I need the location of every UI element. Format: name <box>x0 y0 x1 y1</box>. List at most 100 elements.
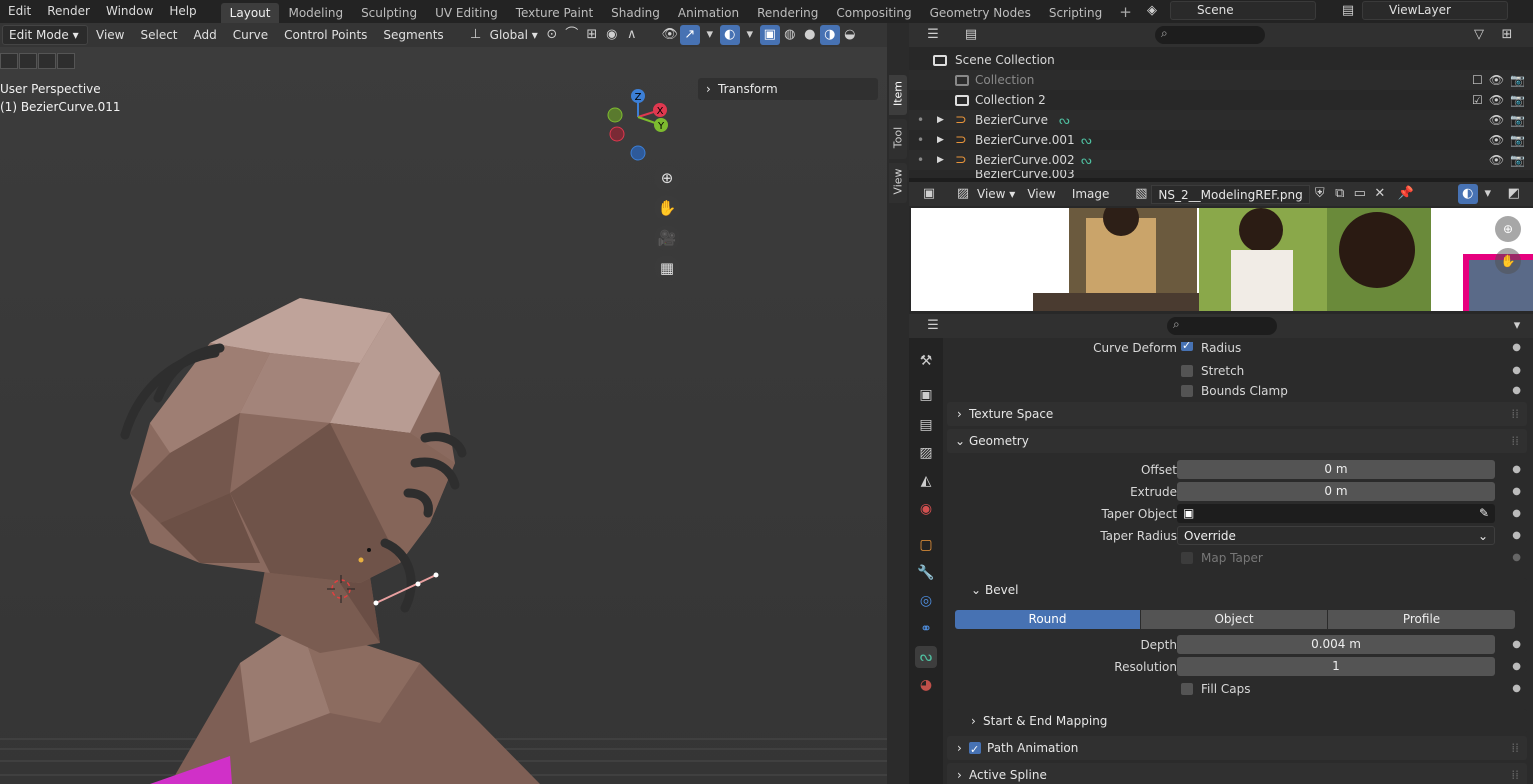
zoom-icon[interactable]: ⊕ <box>1495 216 1521 242</box>
properties-editor[interactable]: ☰ ⌕ ▾ ⚒ ▣ ▤ ▨ ◭ ◉ ▢ 🔧 ◎ ⚭ ᔓ ◕ Curve Defo… <box>909 314 1533 784</box>
curve-data-icon[interactable]: ᔓ <box>1081 130 1092 150</box>
shading-wireframe-icon[interactable]: ◍ <box>780 25 800 45</box>
modifier-tab-icon[interactable]: 🔧 <box>915 562 937 584</box>
transform-panel-header[interactable]: › Transform <box>698 78 878 100</box>
radius-checkbox[interactable] <box>1181 342 1193 356</box>
path-animation-checkbox[interactable] <box>969 738 981 762</box>
image-name-field[interactable]: NS_2__ModelingREF.png <box>1151 184 1310 204</box>
vp-menu-add[interactable]: Add <box>186 23 225 47</box>
view-layer-tab-icon[interactable]: ▨ <box>915 442 937 464</box>
curve-data-icon[interactable]: ᔓ <box>1059 110 1070 130</box>
fake-user-icon[interactable]: ⛨ <box>1310 184 1330 204</box>
vp-menu-view[interactable]: View <box>88 23 132 47</box>
snap-icon[interactable]: ⌒ <box>562 25 582 45</box>
open-folder-icon[interactable]: ▭ <box>1350 184 1370 204</box>
shading-solid-icon[interactable]: ● <box>800 25 820 45</box>
bevel-mode-round[interactable]: Round <box>955 610 1140 629</box>
eye-icon[interactable]: 👁 <box>1489 130 1504 150</box>
display-channels-icon[interactable]: ◩ <box>1504 184 1524 204</box>
tab-item[interactable]: Item <box>889 75 907 115</box>
stretch-checkbox[interactable] <box>1181 365 1193 377</box>
outliner-row-beziercurve[interactable]: • ▶ ⊃ BezierCurve ᔓ 👁 📷 <box>909 110 1533 130</box>
bevel-mode-profile[interactable]: Profile <box>1328 610 1515 629</box>
output-tab-icon[interactable]: ▤ <box>915 414 937 436</box>
bevel-panel[interactable]: ⌄ Bevel <box>947 578 1527 602</box>
resolution-field[interactable]: 1 <box>1177 657 1495 676</box>
vp-menu-select[interactable]: Select <box>132 23 185 47</box>
tab-uv-editing[interactable]: UV Editing <box>426 3 507 23</box>
outliner-row-beziercurve-002[interactable]: • ▶ ⊃ BezierCurve.002 ᔓ 👁 📷 <box>909 150 1533 170</box>
editor-type-icon[interactable]: ☰ <box>923 316 943 336</box>
tab-scripting[interactable]: Scripting <box>1040 3 1111 23</box>
path-animation-panel[interactable]: › Path Animation ⁞⁞ <box>947 736 1527 762</box>
expand-arrow-icon[interactable]: ▶ <box>937 130 944 150</box>
curve-data-icon[interactable]: ᔓ <box>1081 150 1092 170</box>
filter-icon[interactable]: ▽ <box>1469 25 1489 45</box>
physics-tab-icon[interactable]: ◎ <box>915 590 937 612</box>
new-image-icon[interactable]: ⧉ <box>1330 184 1350 204</box>
geometry-panel[interactable]: ⌄ Geometry ⁞⁞ <box>947 429 1527 453</box>
camera-icon[interactable]: 📷 <box>1510 130 1525 150</box>
tab-animation[interactable]: Animation <box>669 3 748 23</box>
fill-caps-row[interactable]: Fill Caps ● <box>947 678 1527 700</box>
menu-window[interactable]: Window <box>98 0 161 23</box>
tab-layout[interactable]: Layout <box>220 2 280 23</box>
vp-menu-curve[interactable]: Curve <box>225 23 276 47</box>
camera-icon[interactable]: 📷 <box>1510 90 1525 110</box>
fill-caps-checkbox[interactable] <box>1181 683 1193 695</box>
view-layer-selector[interactable]: ViewLayer <box>1362 1 1508 20</box>
tab-sculpting[interactable]: Sculpting <box>352 3 426 23</box>
keyframe-dot-icon[interactable]: ● <box>1512 656 1521 678</box>
overlay-toggle-icon[interactable]: ◐ <box>719 25 740 45</box>
drag-handle-icon[interactable]: ⁞⁞ <box>1511 402 1519 426</box>
tool-tab-icon[interactable]: ⚒ <box>915 350 937 372</box>
bounds-clamp-row[interactable]: Bounds Clamp ● <box>947 380 1527 402</box>
select-mode-subtract-icon[interactable] <box>38 53 56 69</box>
tab-tool[interactable]: Tool <box>889 119 907 159</box>
vp-menu-segments[interactable]: Segments <box>375 23 451 47</box>
world-tab-icon[interactable]: ◉ <box>915 498 937 520</box>
camera-icon[interactable]: 📷 <box>1510 110 1525 130</box>
shading-rendered-icon[interactable]: ◒ <box>840 25 860 45</box>
taper-object-field[interactable]: ▣ ✎ <box>1177 504 1495 523</box>
camera-view-icon[interactable]: 🎥 <box>654 225 680 251</box>
view-mode-dropdown[interactable]: View ▾ <box>973 182 1019 206</box>
tab-texture-paint[interactable]: Texture Paint <box>507 3 602 23</box>
mode-dropdown[interactable]: Edit Mode ▾ <box>2 25 88 45</box>
outliner-row-beziercurve-001[interactable]: • ▶ ⊃ BezierCurve.001 ᔓ 👁 📷 <box>909 130 1533 150</box>
keyframe-dot-icon[interactable]: ● <box>1512 380 1521 402</box>
eye-icon[interactable]: 👁 <box>1489 110 1504 130</box>
menu-edit[interactable]: Edit <box>0 0 39 23</box>
image-browse-icon[interactable]: ▧ <box>1131 184 1151 204</box>
keyframe-dot-icon[interactable]: ● <box>1512 525 1521 547</box>
eye-icon[interactable]: 👁 <box>1489 150 1504 170</box>
taper-radius-dropdown[interactable]: Override ⌄ <box>1177 526 1495 545</box>
scene-selector[interactable]: Scene <box>1170 1 1316 20</box>
tab-view[interactable]: View <box>889 163 907 203</box>
chevron-down-icon[interactable]: ▾ <box>1507 316 1527 336</box>
keyframe-dot-icon[interactable]: ● <box>1512 342 1521 356</box>
keyframe-dot-icon[interactable]: ● <box>1512 459 1521 481</box>
vp-menu-control-points[interactable]: Control Points <box>276 23 375 47</box>
3d-viewport[interactable]: Edit Mode ▾ View Select Add Curve Contro… <box>0 23 887 784</box>
expand-arrow-icon[interactable]: ▶ <box>937 150 944 170</box>
eye-icon[interactable]: 👁 <box>1489 70 1504 90</box>
menu-render[interactable]: Render <box>39 0 98 23</box>
outliner-row-collection-2[interactable]: Collection 2 ☑ 👁 📷 <box>909 90 1533 110</box>
material-tab-icon[interactable]: ◕ <box>915 674 937 696</box>
ortho-grid-icon[interactable]: ▦ <box>654 255 680 281</box>
zoom-icon[interactable]: ⊕ <box>654 165 680 191</box>
menu-help[interactable]: Help <box>161 0 204 23</box>
close-icon[interactable]: ✕ <box>1370 184 1390 204</box>
object-tab-icon[interactable]: ▢ <box>915 534 937 556</box>
constraints-tab-icon[interactable]: ⚭ <box>915 618 937 640</box>
map-taper-row[interactable]: Map Taper ● <box>947 547 1527 569</box>
outliner[interactable]: ☰ ▤ ⌕ ▽ ⊞ Scene Collection Collection ☐ 👁… <box>909 23 1533 178</box>
scene-tab-icon[interactable]: ◭ <box>915 470 937 492</box>
img-menu-view[interactable]: View <box>1019 182 1063 206</box>
gizmo-toggle-icon[interactable]: ↗ <box>679 25 700 45</box>
tab-shading[interactable]: Shading <box>602 3 669 23</box>
bounds-clamp-checkbox[interactable] <box>1181 385 1193 397</box>
falloff-icon[interactable]: ∧ <box>622 25 642 45</box>
eye-icon[interactable]: 👁 <box>1489 90 1504 110</box>
